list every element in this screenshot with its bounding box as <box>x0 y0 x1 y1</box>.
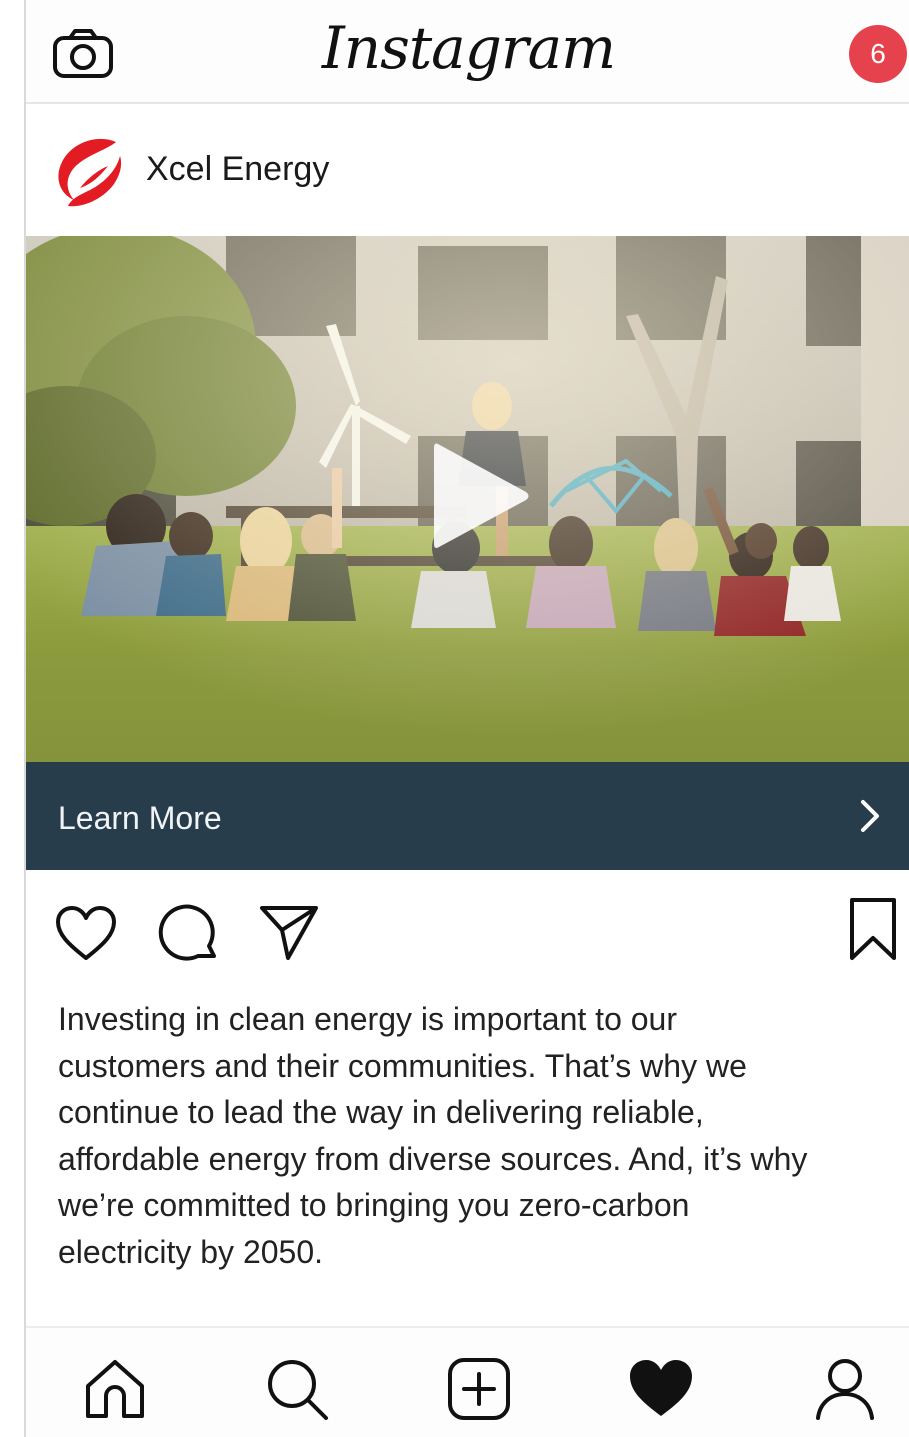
send-icon[interactable] <box>258 902 320 969</box>
heart-outline-icon[interactable] <box>54 904 118 967</box>
activity-heart-icon[interactable] <box>628 1356 694 1422</box>
xcel-energy-logo[interactable] <box>50 132 126 208</box>
comment-icon[interactable] <box>158 902 220 969</box>
post-header: Xcel Energy <box>26 104 909 236</box>
play-icon[interactable] <box>426 436 536 556</box>
post-actions <box>26 870 909 992</box>
caption-line: electricity by 2050. <box>58 1233 324 1270</box>
bookmark-icon[interactable] <box>848 896 898 967</box>
caption-line: customers and their communities. That’s … <box>58 1047 747 1084</box>
instagram-wordmark: Instagram <box>321 14 616 82</box>
bottom-nav <box>26 1326 909 1437</box>
learn-more-label: Learn More <box>58 800 222 836</box>
chevron-right-icon <box>857 796 885 836</box>
caption-line: affordable energy from diverse sources. … <box>58 1140 808 1177</box>
profile-icon[interactable] <box>812 1356 878 1422</box>
learn-more-button[interactable]: Learn More <box>26 762 909 870</box>
caption-line: we’re committed to bringing you zero-car… <box>58 1187 690 1223</box>
home-icon[interactable] <box>82 1356 148 1422</box>
search-icon[interactable] <box>264 1356 330 1422</box>
instagram-app-frame: Instagram 6 Xcel Energy Learn More Inves… <box>24 0 909 1437</box>
caption-line: Investing in clean energy is important t… <box>58 1001 677 1037</box>
notification-badge[interactable]: 6 <box>849 25 907 83</box>
add-post-icon[interactable] <box>446 1356 512 1422</box>
top-bar: Instagram 6 <box>26 0 909 104</box>
post-video[interactable] <box>26 236 909 762</box>
account-name[interactable]: Xcel Energy <box>146 150 329 189</box>
post-caption: Investing in clean energy is important t… <box>58 996 903 1275</box>
caption-line: continue to lead the way in delivering r… <box>58 1094 704 1130</box>
